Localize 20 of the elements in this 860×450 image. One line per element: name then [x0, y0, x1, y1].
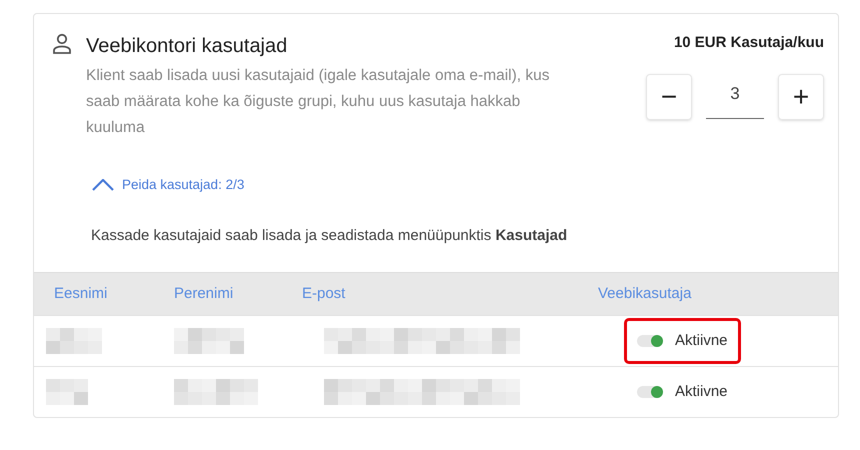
redacted-text [46, 328, 102, 354]
column-header: Eesnimi [54, 284, 108, 304]
column-header: Perenimi [174, 284, 234, 304]
price-label: 10 EUR Kasutaja/kuu [674, 33, 824, 53]
quantity-field[interactable]: 3 [706, 74, 764, 118]
status-label: Aktiivne [675, 382, 728, 402]
column-header: E-post [302, 284, 346, 304]
toggle-users-link[interactable]: Peida kasutajad: 2/3 [92, 175, 244, 196]
redacted-text [174, 328, 244, 354]
minus-button[interactable]: − [646, 74, 692, 120]
section-title: Veebikontori kasutajad [86, 34, 288, 59]
status-label: Aktiivne [675, 330, 728, 350]
note-text: Kassade kasutajaid saab lisada ja seadistada menüüpunktis Kasutajad [91, 226, 568, 246]
column-header: Veebikasutaja [598, 284, 692, 304]
redacted-text [46, 378, 88, 405]
user-icon [52, 33, 72, 55]
section-description: Klient saab lisada uusi kasutajaid (igale kasutajale oma e-mail), kus saab määrata kohe ka õiguste grupi, kuhu uus kasutaja hakkab kuuluma [86, 66, 551, 138]
plus-button[interactable]: + [778, 74, 824, 120]
status-toggle[interactable] [637, 386, 663, 398]
status-toggle[interactable] [637, 334, 663, 347]
